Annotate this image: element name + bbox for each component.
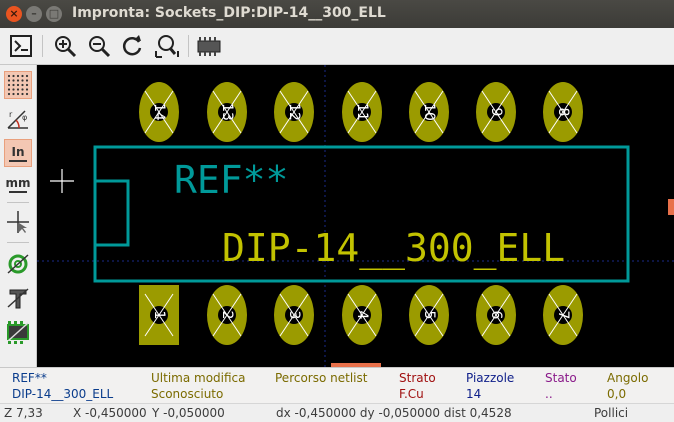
close-icon: × — [9, 7, 19, 20]
msg-value: .. — [545, 387, 553, 401]
y-coordinate: Y -0,050000 — [152, 406, 225, 420]
msg-label: Strato — [399, 371, 436, 385]
pad-13[interactable]: 13 — [207, 82, 247, 142]
units-inch-label: In — [11, 145, 25, 159]
pad-number: 4 — [354, 311, 370, 320]
pad-number: 11 — [354, 103, 370, 121]
msg-label: Stato — [545, 371, 577, 385]
x-coordinate: X -0,450000 — [73, 406, 147, 420]
delta-readout: dx -0,450000 dy -0,050000 dist 0,4528 — [276, 406, 512, 420]
value-text[interactable]: DIP-14__300_ELL — [222, 226, 565, 271]
toolbar-separator — [42, 35, 43, 57]
pad-number: 14 — [151, 103, 167, 121]
pad-number: 12 — [286, 103, 302, 121]
msg-value: 0,0 — [607, 387, 627, 401]
close-window-button[interactable]: × — [6, 6, 22, 22]
pads-group: 14 13 12 11 10 9 81 2 3 4 5 6 7 — [139, 82, 583, 345]
pad-12[interactable]: 12 — [274, 82, 314, 142]
msg-value: DIP-14__300_ELL — [12, 387, 114, 401]
pad-10[interactable]: 10 — [409, 82, 449, 142]
zoom-fit-icon[interactable] — [154, 33, 180, 59]
reference-text[interactable]: REF** — [174, 158, 288, 202]
pad-number: 13 — [219, 103, 235, 121]
minimize-icon: – — [31, 7, 37, 20]
zoom-in-icon[interactable] — [52, 33, 78, 59]
msg-col-status: Stato .. — [545, 370, 577, 402]
maximize-window-button[interactable]: □ — [46, 6, 62, 22]
pad-1[interactable]: 1 — [139, 285, 179, 345]
msg-value: Sconosciuto — [151, 387, 224, 401]
zoom-readout: Z 7,33 — [4, 406, 43, 420]
pad-9[interactable]: 9 — [476, 82, 516, 142]
pad-number: 6 — [488, 311, 504, 320]
units-inch-button[interactable]: In — [4, 139, 32, 167]
grid-icon[interactable] — [4, 71, 32, 99]
pad-7[interactable]: 7 — [543, 285, 583, 345]
toolbar-separator — [188, 35, 189, 57]
maximize-icon: □ — [48, 7, 60, 20]
units-mm-button[interactable]: mm — [5, 171, 31, 197]
left-toolbar-separator — [7, 202, 29, 203]
msg-label: Percorso netlist — [275, 371, 368, 385]
cursor-shape-icon[interactable] — [5, 209, 31, 235]
msg-col-reference: REF** DIP-14__300_ELL — [12, 370, 113, 402]
msg-col-layer: Strato F.Cu — [399, 370, 436, 402]
pad-number: 1 — [151, 311, 167, 320]
msg-value: 14 — [466, 387, 482, 401]
right-edge-marker — [668, 199, 674, 215]
pad-8[interactable]: 8 — [543, 82, 583, 142]
zoom-out-icon[interactable] — [86, 33, 112, 59]
pad-number: 3 — [286, 311, 302, 320]
status-bar: Z 7,33 X -0,450000 Y -0,050000 dx -0,450… — [0, 403, 674, 422]
pad-14[interactable]: 14 — [139, 82, 179, 142]
board-icon[interactable] — [8, 33, 34, 59]
top-toolbar — [0, 28, 674, 65]
msg-value: F.Cu — [399, 387, 424, 401]
msg-col-pads: Piazzole 14 — [466, 370, 514, 402]
footprint-icon[interactable] — [196, 33, 222, 59]
left-toolbar: rφ In mm — [0, 65, 37, 367]
pad-3[interactable]: 3 — [274, 285, 314, 345]
pad-number: 7 — [555, 311, 571, 320]
msg-col-angle: Angolo 0,0 — [607, 370, 648, 402]
msg-col-netlist-path: Percorso netlist — [275, 370, 367, 402]
minimize-window-button[interactable]: – — [26, 6, 42, 22]
pad-number: 10 — [421, 103, 437, 121]
pad-6[interactable]: 6 — [476, 285, 516, 345]
title-bar: × – □ Impronta: Sockets_DIP:DIP-14__300_… — [0, 0, 674, 28]
footprint-drawing: REF** DIP-14__300_ELL 14 13 12 11 10 9 81 2 3 4 5 6… — [37, 65, 674, 367]
pad-2[interactable]: 2 — [207, 285, 247, 345]
pad-5[interactable]: 5 — [409, 285, 449, 345]
msg-label: REF** — [12, 371, 47, 385]
msg-col-last-change: Ultima modifica Sconosciuto — [151, 370, 246, 402]
left-toolbar-separator — [7, 242, 29, 243]
pad-11[interactable]: 11 — [342, 82, 382, 142]
svg-text:φ: φ — [22, 113, 27, 122]
msg-label: Angolo — [607, 371, 649, 385]
svg-text:r: r — [9, 110, 13, 119]
pad-number: 8 — [555, 108, 571, 117]
polar-coords-icon[interactable]: rφ — [5, 105, 31, 131]
ruler-mark — [9, 191, 27, 193]
message-panel: REF** DIP-14__300_ELL Ultima modifica Sc… — [0, 367, 674, 404]
pad-number: 2 — [219, 311, 235, 320]
silkscreen-notch — [93, 179, 130, 247]
pad-4[interactable]: 4 — [342, 285, 382, 345]
pad-sketch-icon[interactable] — [5, 251, 31, 277]
pad-number: 9 — [488, 108, 504, 117]
edge-sketch-icon[interactable] — [5, 319, 31, 345]
ruler-mark — [9, 160, 27, 162]
msg-value — [275, 386, 367, 402]
units-readout: Pollici — [594, 406, 629, 420]
redraw-icon[interactable] — [120, 33, 146, 59]
msg-label: Ultima modifica — [151, 371, 246, 385]
pad-number: 5 — [421, 311, 437, 320]
window-title: Impronta: Sockets_DIP:DIP-14__300_ELL — [72, 5, 386, 21]
msg-label: Piazzole — [466, 371, 515, 385]
units-mm-label: mm — [5, 176, 31, 190]
pcb-canvas[interactable]: REF** DIP-14__300_ELL 14 13 12 11 10 9 8 1 2 3 4 5 6… — [37, 65, 674, 367]
text-sketch-icon[interactable] — [5, 285, 31, 311]
